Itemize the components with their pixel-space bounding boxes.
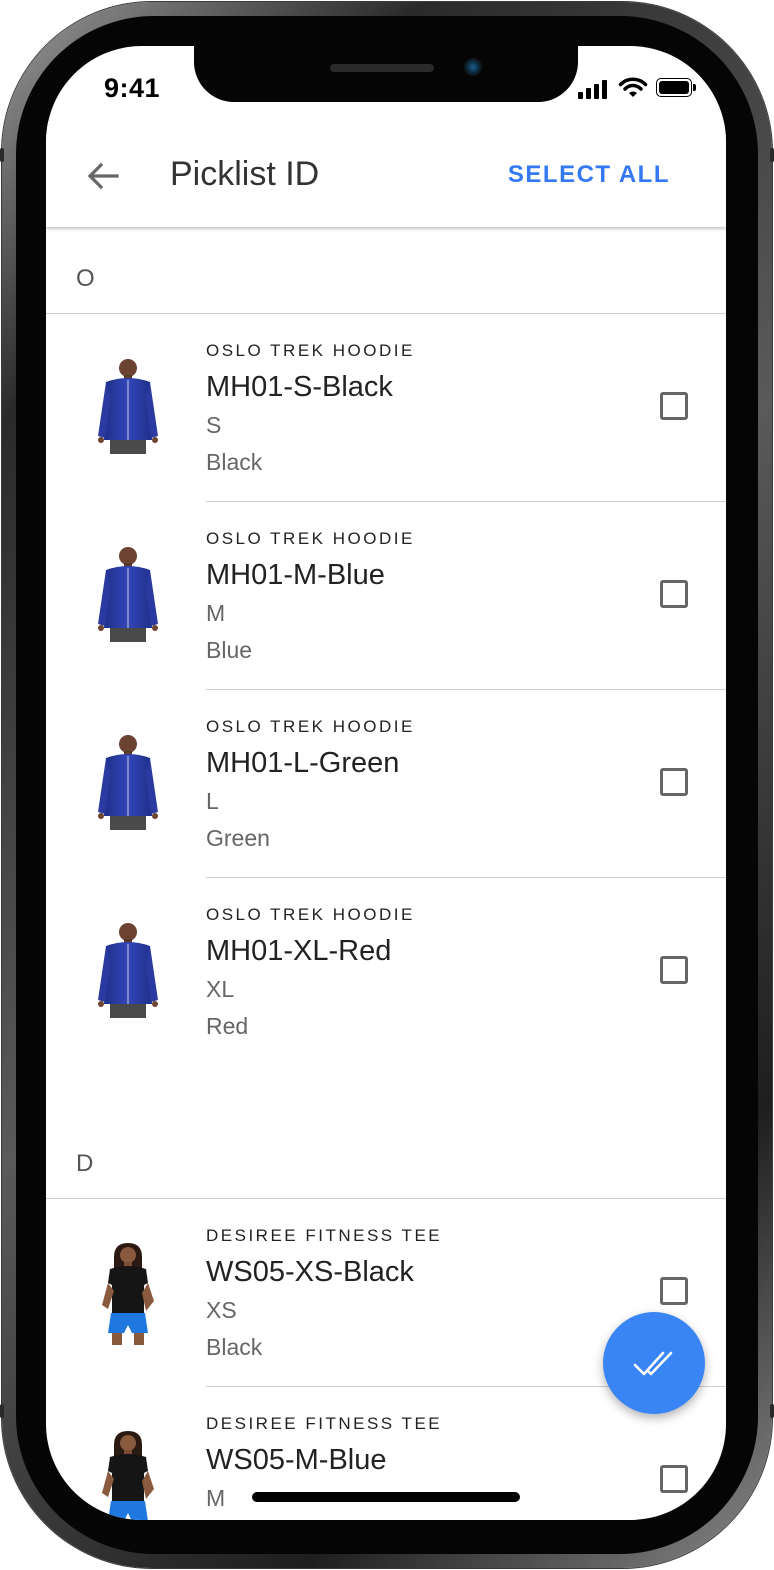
item-checkbox[interactable] bbox=[660, 392, 688, 420]
list-item[interactable]: OSLO TREK HOODIE MH01-S-Black S Black bbox=[46, 314, 726, 502]
cellular-signal-icon bbox=[578, 79, 610, 99]
product-color: Blue bbox=[206, 637, 253, 663]
section-letter: D bbox=[76, 1150, 94, 1177]
screen: 9:41 Picklist ID SELECT ALL O OSLO TREK … bbox=[46, 46, 726, 1520]
product-size: S bbox=[206, 412, 222, 438]
product-name: OSLO TREK HOODIE bbox=[206, 341, 415, 360]
product-size: XS bbox=[206, 1297, 237, 1323]
product-name: DESIREE FITNESS TEE bbox=[206, 1226, 443, 1245]
item-checkbox[interactable] bbox=[660, 1277, 688, 1305]
back-arrow-icon[interactable] bbox=[86, 159, 120, 193]
double-check-icon bbox=[633, 1351, 673, 1376]
product-sku: WS05-M-Blue bbox=[206, 1444, 387, 1476]
product-size: M bbox=[206, 600, 226, 626]
item-checkbox[interactable] bbox=[660, 956, 688, 984]
list-item[interactable]: OSLO TREK HOODIE MH01-XL-Red XL Red bbox=[46, 878, 726, 1066]
side-button-left bbox=[0, 148, 4, 162]
product-sku: MH01-S-Black bbox=[206, 371, 393, 403]
product-size: L bbox=[206, 788, 219, 814]
product-color: Black bbox=[206, 1334, 263, 1360]
product-color: Black bbox=[206, 449, 263, 475]
home-indicator bbox=[252, 1492, 520, 1502]
section-header: D bbox=[46, 1112, 726, 1199]
product-image-hoodie bbox=[96, 544, 160, 648]
product-image-hoodie bbox=[96, 732, 160, 836]
battery-icon bbox=[656, 78, 696, 97]
product-image-tee bbox=[96, 1241, 160, 1345]
notch bbox=[194, 46, 578, 102]
product-name: OSLO TREK HOODIE bbox=[206, 905, 415, 924]
product-sku: MH01-L-Green bbox=[206, 747, 400, 779]
list-item[interactable]: OSLO TREK HOODIE MH01-M-Blue M Blue bbox=[46, 502, 726, 690]
front-camera bbox=[464, 58, 482, 76]
side-button-left-bottom bbox=[0, 1404, 4, 1418]
select-all-button[interactable]: SELECT ALL bbox=[508, 161, 670, 189]
section-header: O bbox=[46, 227, 726, 314]
confirm-fab-button[interactable] bbox=[603, 1312, 705, 1414]
product-image-tee bbox=[96, 1429, 160, 1520]
product-name: DESIREE FITNESS TEE bbox=[206, 1414, 443, 1433]
product-image-hoodie bbox=[96, 920, 160, 1024]
side-button-right-bottom bbox=[770, 1404, 774, 1418]
page-title: Picklist ID bbox=[170, 155, 320, 193]
speaker-grille bbox=[330, 64, 434, 72]
product-name: OSLO TREK HOODIE bbox=[206, 529, 415, 548]
product-image-hoodie bbox=[96, 356, 160, 460]
product-size: M bbox=[206, 1485, 226, 1511]
item-checkbox[interactable] bbox=[660, 768, 688, 796]
side-button-right bbox=[770, 148, 774, 162]
section-letter: O bbox=[76, 265, 95, 292]
wifi-icon bbox=[618, 77, 648, 97]
product-size: XL bbox=[206, 976, 235, 1002]
product-color: Green bbox=[206, 825, 270, 851]
item-checkbox[interactable] bbox=[660, 580, 688, 608]
product-sku: WS05-XS-Black bbox=[206, 1256, 414, 1288]
product-sku: MH01-M-Blue bbox=[206, 559, 385, 591]
item-checkbox[interactable] bbox=[660, 1465, 688, 1493]
app-bar: Picklist ID SELECT ALL bbox=[46, 121, 726, 227]
product-sku: MH01-XL-Red bbox=[206, 935, 392, 967]
status-time: 9:41 bbox=[104, 73, 161, 103]
list-item[interactable]: OSLO TREK HOODIE MH01-L-Green L Green bbox=[46, 690, 726, 878]
product-name: OSLO TREK HOODIE bbox=[206, 717, 415, 736]
product-color: Red bbox=[206, 1013, 249, 1039]
